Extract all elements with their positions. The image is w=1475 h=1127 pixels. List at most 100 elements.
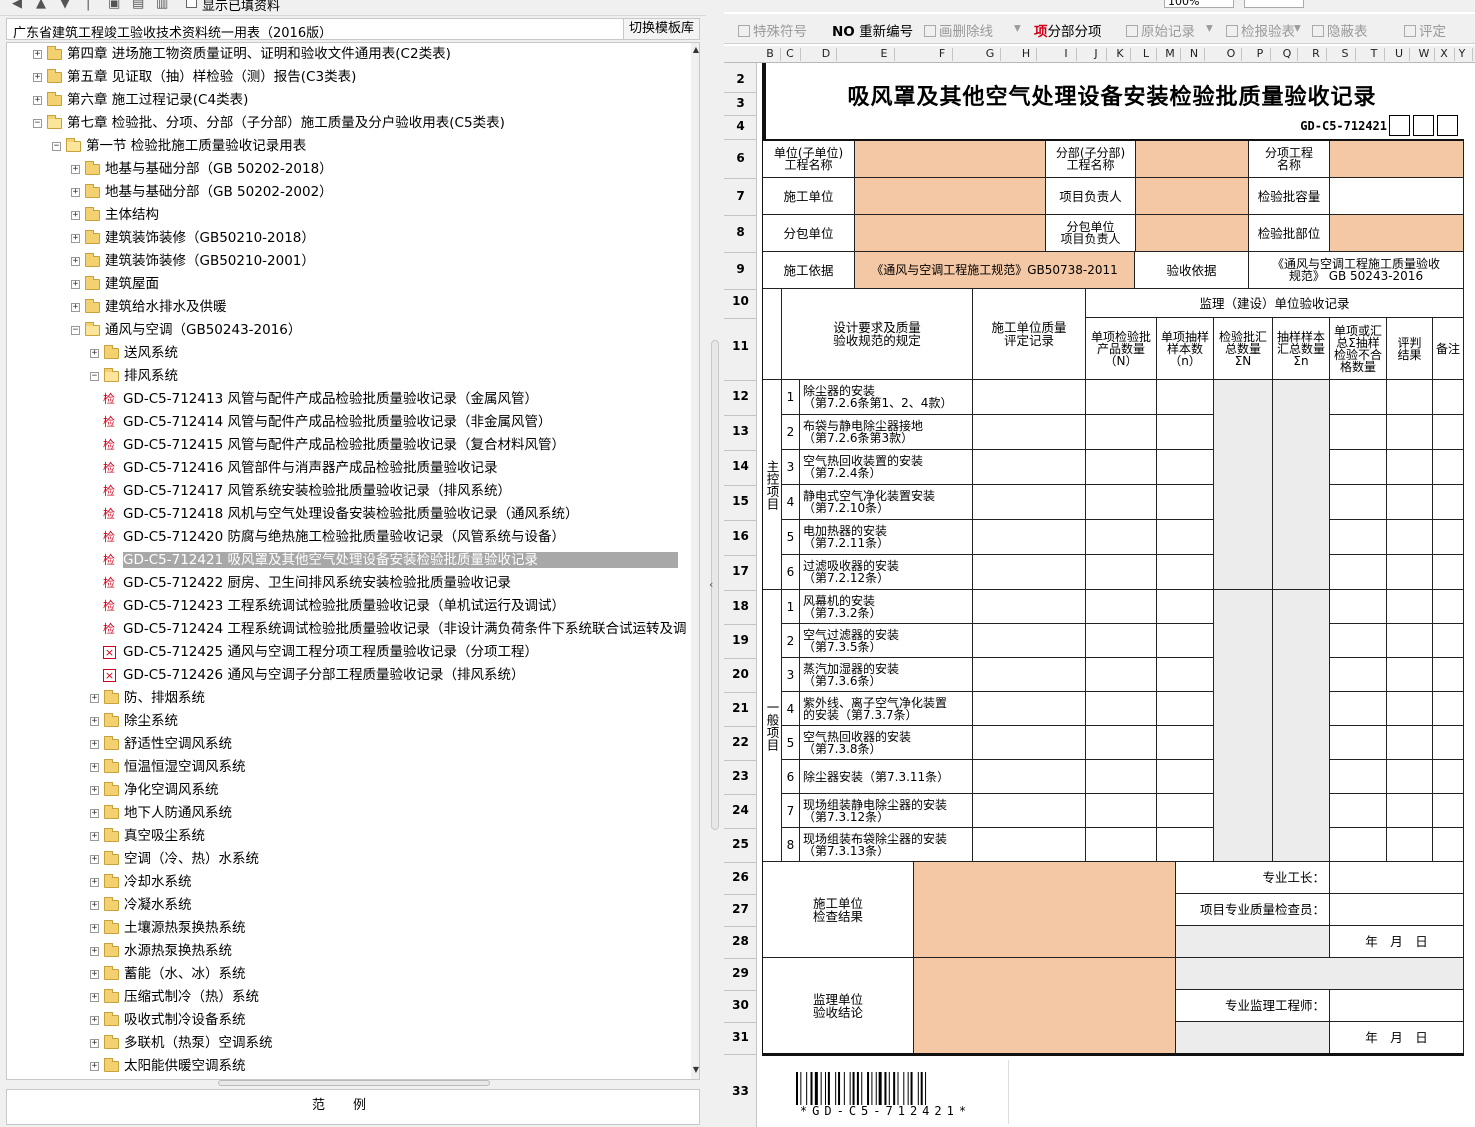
tree-node[interactable]: 检 GD-C5-712414 风管与配件产成品检验批质量验收记录（非金属风管） [103,411,551,433]
tree-node[interactable]: 检 GD-C5-712421 吸风罩及其他空气处理设备安装检验批质量验收记录 [103,549,678,571]
general-item-result[interactable] [1387,658,1433,692]
main-item-fail[interactable] [1330,520,1387,555]
general-item-remark[interactable] [1433,828,1464,862]
tree-node[interactable]: 检 GD-C5-712413 风管与配件产成品检验批质量验收记录（金属风管） [103,388,538,410]
main-item-result[interactable] [1387,485,1433,520]
tree-node[interactable]: + 真空吸尘系统 [90,825,205,847]
tree-node[interactable]: × GD-C5-712426 通风与空调子分部工程质量验收记录（排风系统） [103,664,524,686]
tree-node[interactable]: 检 GD-C5-712420 防腐与绝热施工检验批质量验收记录（风管系统与设备） [103,526,565,548]
main-item-result[interactable] [1387,555,1433,590]
tree-node[interactable]: + 第四章 进场施工物资质量证明、证明和验收文件通用表(C2类表) [33,43,451,65]
main-item-sample[interactable] [1157,450,1214,485]
general-item-result[interactable] [1387,726,1433,760]
back-icon[interactable]: ◀ [12,0,22,11]
main-item-construct-eval[interactable] [973,380,1086,415]
main-item-result[interactable] [1387,380,1433,415]
expand-icon[interactable]: + [33,72,42,82]
main-item-n[interactable] [1086,485,1157,520]
general-item-remark[interactable] [1433,692,1464,726]
copy-icon[interactable]: ▤ [132,0,144,11]
tree-node[interactable]: + 送风系统 [90,342,178,364]
tree-node[interactable]: × GD-C5-712425 通风与空调工程分项工程质量验收记录（分项工程） [103,641,538,663]
expand-icon[interactable]: + [90,854,99,864]
general-item-result[interactable] [1387,590,1433,624]
expand-icon[interactable]: + [90,923,99,933]
expand-icon[interactable]: + [71,233,80,243]
general-item-n[interactable] [1086,726,1157,760]
tree-horizontal-scrollbar[interactable] [218,1080,490,1086]
tree-node[interactable]: + 压缩式制冷（热）系统 [90,986,259,1008]
main-item-n[interactable] [1086,380,1157,415]
supervision-date[interactable]: 年 月 日 [1330,1022,1464,1054]
expand-icon[interactable]: + [90,808,99,818]
tree-node[interactable]: + 地下人防通风系统 [90,802,232,824]
expand-icon[interactable]: + [71,302,80,312]
add-icon[interactable]: ▣ [108,0,120,11]
general-item-remark[interactable] [1433,658,1464,692]
foreman-value[interactable] [1330,862,1464,894]
batch-location-value[interactable] [1330,215,1464,252]
tree-node[interactable]: + 建筑屋面 [71,273,159,295]
collapse-left-icon[interactable]: ‹ [709,578,713,591]
tree-node[interactable]: + 建筑给水排水及供暖 [71,296,227,318]
collapse-icon[interactable]: − [52,141,61,151]
main-item-fail[interactable] [1330,380,1387,415]
general-item-remark[interactable] [1433,590,1464,624]
tree-node[interactable]: 检 GD-C5-712423 工程系统调试检验批质量验收记录（单机试运行及调试） [103,595,565,617]
general-item-fail[interactable] [1330,590,1387,624]
general-item-remark[interactable] [1433,624,1464,658]
tree-node[interactable]: + 太阳能供暖空调系统 [90,1055,246,1077]
supervision-engineer-value[interactable] [1330,990,1464,1022]
general-item-fail[interactable] [1330,726,1387,760]
expand-icon[interactable]: + [90,969,99,979]
expand-icon[interactable]: + [71,210,80,220]
main-item-construct-eval[interactable] [973,520,1086,555]
general-item-n[interactable] [1086,760,1157,794]
general-item-remark[interactable] [1433,760,1464,794]
expand-icon[interactable]: + [71,279,80,289]
tree-node[interactable]: + 土壤源热泵换热系统 [90,917,246,939]
general-item-remark[interactable] [1433,726,1464,760]
up-icon[interactable]: ▲ [36,0,46,11]
general-item-fail[interactable] [1330,828,1387,862]
expand-icon[interactable]: + [90,831,99,841]
main-item-n[interactable] [1086,555,1157,590]
tree-node[interactable]: 检 GD-C5-712418 风机与空气处理设备安装检验批质量验收记录（通风系统） [103,503,578,525]
down-icon[interactable]: ▼ [60,0,70,11]
tree-vertical-scrollbar[interactable]: ▲ ▼ [691,43,699,1079]
general-item-sample[interactable] [1157,590,1214,624]
main-item-result[interactable] [1387,450,1433,485]
main-item-fail[interactable] [1330,450,1387,485]
general-item-n[interactable] [1086,828,1157,862]
code-box-2[interactable] [1413,115,1434,136]
general-item-n[interactable] [1086,590,1157,624]
general-item-result[interactable] [1387,624,1433,658]
general-item-sample[interactable] [1157,760,1214,794]
tree-node[interactable]: + 建筑装饰装修（GB50210-2018） [71,227,315,249]
main-item-fail[interactable] [1330,415,1387,450]
switch-library-button[interactable]: 切换模板库 [623,19,699,39]
general-item-construct-eval[interactable] [973,760,1086,794]
expand-icon[interactable]: + [90,946,99,956]
general-item-construct-eval[interactable] [973,692,1086,726]
collapse-icon[interactable]: − [33,118,42,128]
tree-node[interactable]: 检 GD-C5-712422 厨房、卫生间排风系统安装检验批质量验收记录 [103,572,511,594]
expand-icon[interactable]: + [90,1015,99,1025]
general-item-result[interactable] [1387,794,1433,828]
tree-node[interactable]: + 吸收式制冷设备系统 [90,1009,246,1031]
main-item-remark[interactable] [1433,520,1464,555]
construct-unit-value[interactable] [855,178,1046,215]
construct-basis-value[interactable]: 《通风与空调工程施工规范》GB50738-2011 [855,252,1135,289]
expand-icon[interactable]: + [90,348,99,358]
item-name-value[interactable] [1330,141,1464,178]
tree-node[interactable]: + 地基与基础分部（GB 50202-2018） [71,158,333,180]
main-item-remark[interactable] [1433,415,1464,450]
main-item-construct-eval[interactable] [973,555,1086,590]
general-item-construct-eval[interactable] [973,726,1086,760]
general-item-construct-eval[interactable] [973,590,1086,624]
accept-basis-value[interactable]: 《通风与空调工程施工质量验收 规范》 GB 50243-2016 [1249,252,1464,289]
tree-node[interactable]: + 空调（冷、热）水系统 [90,848,259,870]
expand-icon[interactable]: + [33,49,42,59]
scroll-down-icon[interactable]: ▼ [691,1065,699,1077]
main-item-n[interactable] [1086,520,1157,555]
